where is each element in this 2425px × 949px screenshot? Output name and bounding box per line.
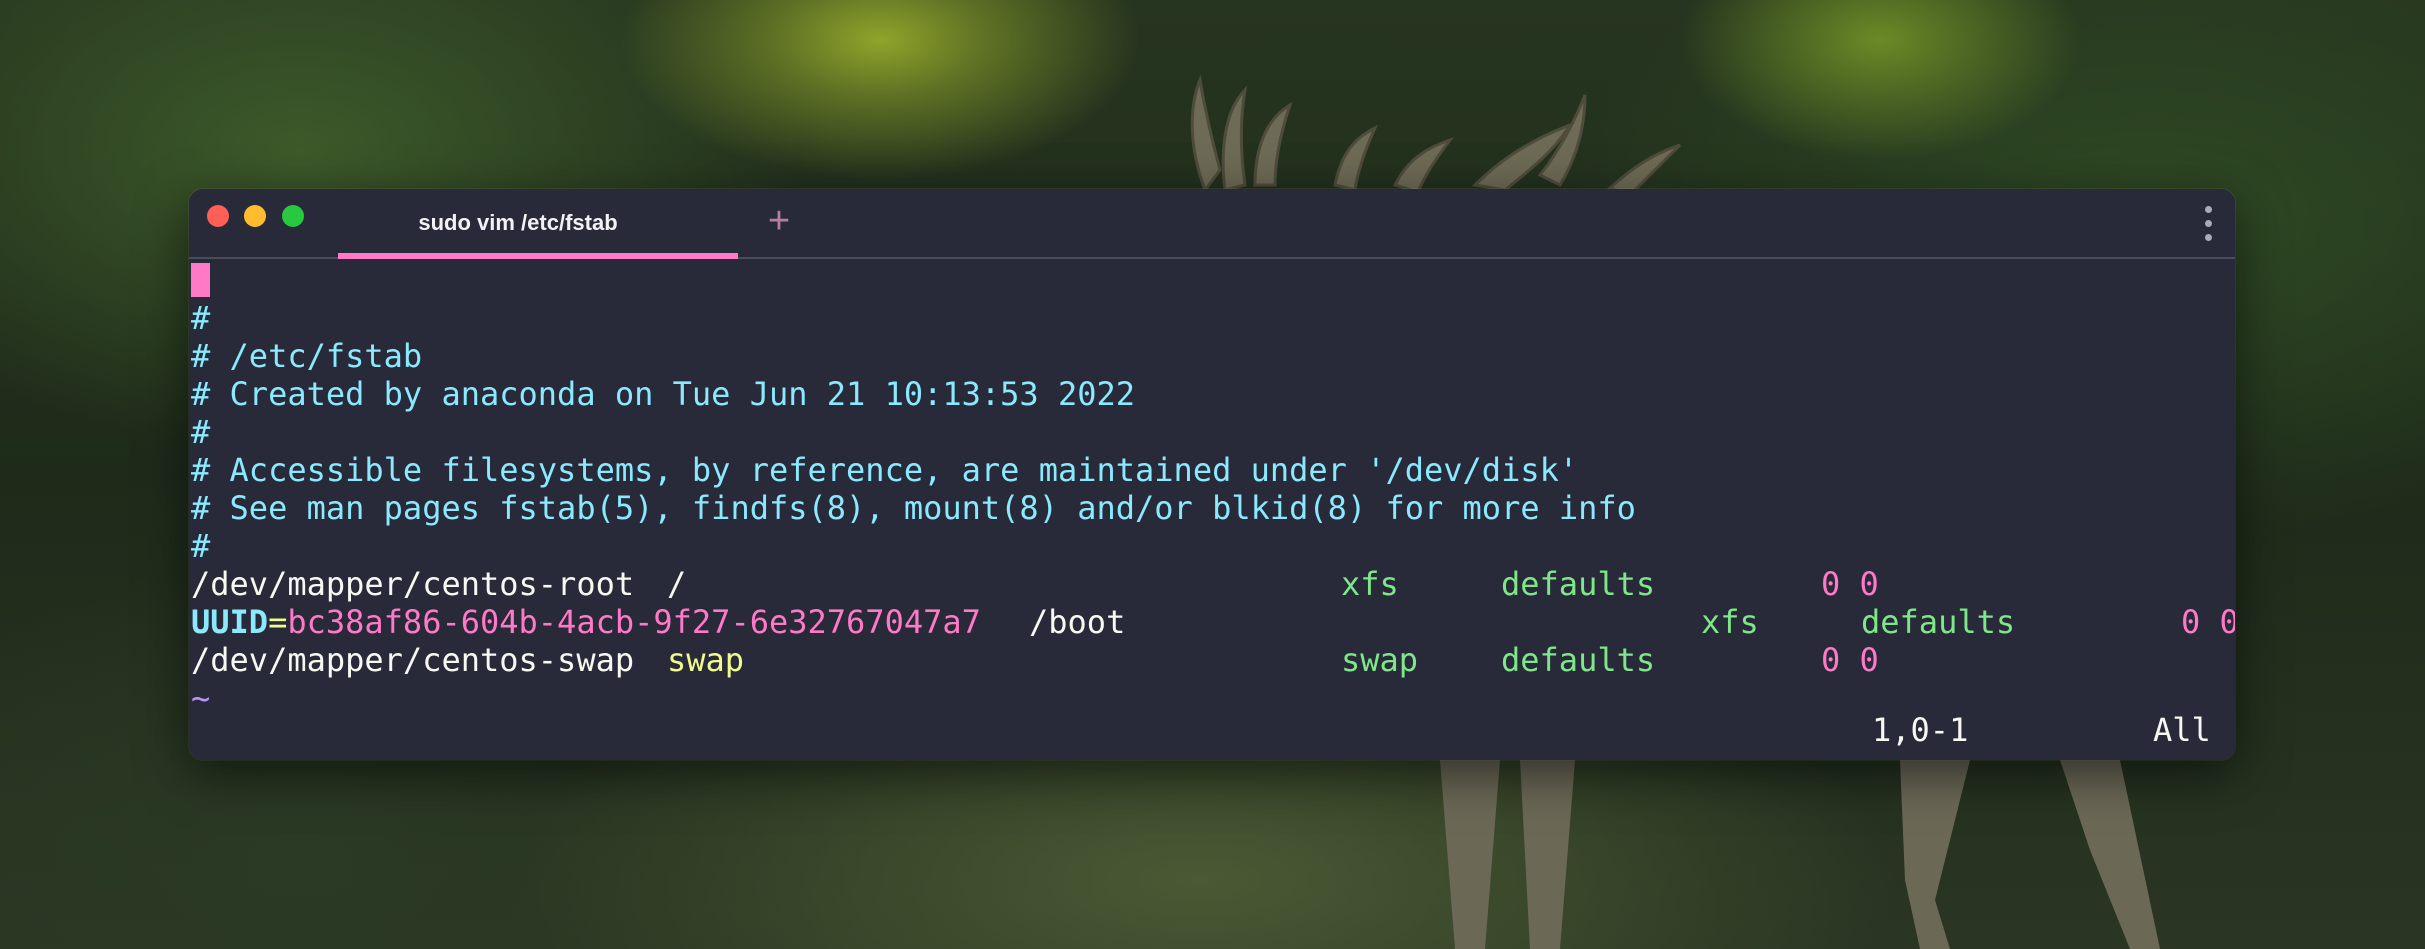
entry-options: defaults [1501, 565, 1656, 603]
cursor-position: 1,0-1 [1872, 711, 1969, 749]
entry-device: /dev/mapper/centos-swap [191, 641, 635, 679]
entry-mount: / [667, 565, 687, 603]
new-tab-button[interactable]: + [759, 201, 799, 241]
entry-dump-pass: 0 0 [2181, 603, 2235, 641]
tab-active[interactable]: sudo vim /etc/fstab [338, 189, 738, 259]
tab-title: sudo vim /etc/fstab [418, 210, 618, 235]
tab-active-indicator [338, 253, 738, 259]
entry-type: xfs [1701, 603, 1759, 641]
more-options-icon[interactable] [2203, 204, 2213, 244]
comment-line: # See man pages fstab(5), findfs(8), mou… [191, 489, 1636, 527]
entry-type: swap [1341, 641, 1419, 679]
comment-line: # /etc/fstab [191, 337, 423, 375]
entry-device: bc38af86-604b-4acb-9f27-6e32767047a7 [287, 603, 981, 641]
minimize-window-button[interactable] [244, 205, 266, 227]
entry-mount: swap [667, 641, 745, 679]
title-bar: sudo vim /etc/fstab + [189, 189, 2235, 259]
fstab-entry-swap: /dev/mapper/centos-swap swap swap defaul… [191, 641, 2231, 679]
entry-device-prefix: UUID [191, 603, 269, 641]
editor-line [191, 261, 2231, 299]
comment-line: # [191, 413, 211, 451]
comment-line: # Created by anaconda on Tue Jun 21 10:1… [191, 375, 1136, 413]
entry-type: xfs [1341, 565, 1399, 603]
entry-dump-pass: 0 0 [1821, 565, 1879, 603]
entry-device-eq: = [268, 603, 288, 641]
vim-status-line: 1,0-1 All [189, 711, 2235, 751]
entry-options: defaults [1501, 641, 1656, 679]
comment-line: # Accessible filesystems, by reference, … [191, 451, 1579, 489]
scroll-indicator: All [2153, 711, 2211, 749]
terminal-window: sudo vim /etc/fstab + # # /etc/fstab # C… [189, 189, 2235, 760]
entry-options: defaults [1861, 603, 2016, 641]
fstab-entry-root: /dev/mapper/centos-root / xfs defaults 0… [191, 565, 2231, 603]
comment-line: # [191, 527, 211, 565]
comment-line: # [191, 299, 211, 337]
fstab-entry-boot: UUID=bc38af86-604b-4acb-9f27-6e32767047a… [191, 603, 2235, 641]
entry-dump-pass: 0 0 [1821, 641, 1879, 679]
entry-device: /dev/mapper/centos-root [191, 565, 635, 603]
vim-editor[interactable]: # # /etc/fstab # Created by anaconda on … [191, 261, 2235, 717]
zoom-window-button[interactable] [282, 205, 304, 227]
entry-mount: /boot [1029, 603, 1126, 641]
close-window-button[interactable] [207, 205, 229, 227]
text-cursor [191, 263, 210, 297]
